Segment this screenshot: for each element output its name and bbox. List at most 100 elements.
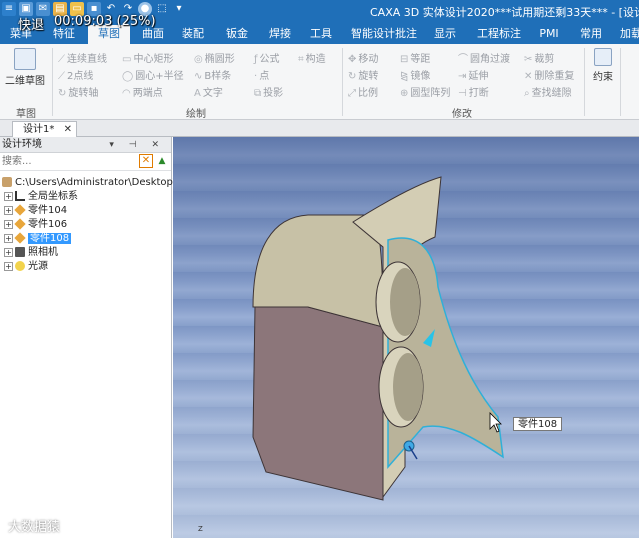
doc-tab-design1[interactable]: 设计1* ✕ xyxy=(12,121,77,137)
tool-circular-array[interactable]: ⊕ 圆型阵列 xyxy=(400,84,450,99)
tree-item-part108[interactable]: + 零件108 xyxy=(4,232,72,245)
customize-icon[interactable]: ▾ xyxy=(172,2,186,16)
tool-move[interactable]: ✥ 移动 xyxy=(348,50,378,65)
expand-icon[interactable]: + xyxy=(4,247,13,257)
light-icon xyxy=(15,261,25,271)
tree-item-part106[interactable]: + 零件106 xyxy=(4,218,67,231)
tool-construct[interactable]: ⌗ 构造 xyxy=(298,50,326,65)
2d-sketch-button[interactable]: 二维草图 xyxy=(4,48,46,87)
tab-smart-design[interactable]: 智能设计批注 xyxy=(350,25,418,44)
filter-icon[interactable]: ▲ xyxy=(155,154,169,168)
tool-ellipse-label: 椭圆形 xyxy=(204,54,235,65)
tool-scale[interactable]: ⤢ 比例 xyxy=(348,84,378,99)
tool-2point-line-label: 2点线 xyxy=(67,71,94,82)
search-input[interactable] xyxy=(0,153,130,169)
group-separator xyxy=(342,48,343,116)
tool-find-gaps[interactable]: ⌕ 查找缝隙 xyxy=(524,84,572,99)
tree-root[interactable]: C:\Users\Administrator\Desktop\ xyxy=(2,176,176,189)
rotate-icon: ↻ xyxy=(348,71,357,82)
tool-scale-label: 比例 xyxy=(358,88,378,99)
document-tabs: 设计1* ✕ xyxy=(0,120,639,137)
text-icon: A xyxy=(194,88,201,99)
tab-sheetmetal[interactable]: 钣金 xyxy=(222,25,252,44)
tab-assembly[interactable]: 装配 xyxy=(178,25,208,44)
coordinate-system-icon xyxy=(15,191,25,201)
tree-item-light[interactable]: + 光源 xyxy=(4,260,48,273)
tool-trim-label: 裁剪 xyxy=(534,54,555,65)
group-label-modify: 修改 xyxy=(452,109,472,120)
tool-mirror[interactable]: ⧎ 镜像 xyxy=(400,67,430,82)
tool-text[interactable]: A 文字 xyxy=(194,84,223,99)
tab-engineering[interactable]: 工程标注 xyxy=(474,25,524,44)
tree-root-label: C:\Users\Administrator\Desktop\ xyxy=(15,177,177,188)
tool-break[interactable]: ⊣ 打断 xyxy=(458,84,489,99)
part-model[interactable] xyxy=(173,137,639,538)
constraint-button[interactable]: 约束 xyxy=(588,48,618,83)
tool-circle-radius[interactable]: ◯ 圆心+半径 xyxy=(122,67,184,82)
tool-center-rect-label: 中心矩形 xyxy=(133,54,174,65)
expand-icon[interactable]: + xyxy=(4,205,13,215)
expand-icon[interactable]: + xyxy=(4,233,13,243)
tool-offset-label: 等距 xyxy=(410,54,431,65)
3d-viewport[interactable]: 零件108 xyxy=(173,137,639,538)
tab-load[interactable]: 加载 xyxy=(616,25,639,44)
tool-point[interactable]: · 点 xyxy=(254,67,269,82)
group-label-draw: 绘制 xyxy=(186,109,206,120)
tool-offset[interactable]: ⊟ 等距 xyxy=(400,50,430,65)
tool-2point-line[interactable]: ⟋ 2点线 xyxy=(58,67,93,82)
tool-bspline[interactable]: ∿ B样条 xyxy=(194,67,231,82)
tab-tools[interactable]: 工具 xyxy=(306,25,336,44)
close-icon[interactable]: ✕ xyxy=(64,122,72,137)
tool-extend[interactable]: ⇥ 延伸 xyxy=(458,67,488,82)
ellipse-icon: ◎ xyxy=(194,54,203,65)
project-icon: ⧉ xyxy=(254,88,262,99)
group-separator xyxy=(52,48,53,116)
tool-two-endpoints[interactable]: ◠ 两端点 xyxy=(122,84,163,99)
tab-display[interactable]: 显示 xyxy=(430,25,460,44)
panel-header: 设计环境 ▾ ⊣ ✕ xyxy=(0,137,171,153)
tool-extend-label: 延伸 xyxy=(468,71,489,82)
clear-icon[interactable]: ✕ xyxy=(139,154,153,168)
watermark: 大数据猿 xyxy=(8,520,61,535)
select-icon[interactable]: ⬚ xyxy=(155,2,169,16)
tool-polyline[interactable]: ⟋ 连续直线 xyxy=(58,50,107,65)
expand-icon[interactable]: + xyxy=(4,261,13,271)
tab-common[interactable]: 常用 xyxy=(576,25,606,44)
expand-icon[interactable]: + xyxy=(4,219,13,229)
tree-item-label: 零件106 xyxy=(28,219,68,230)
tool-project[interactable]: ⧉ 投影 xyxy=(254,84,283,99)
tool-rotate[interactable]: ↻ 旋转 xyxy=(348,67,378,82)
2d-sketch-label: 二维草图 xyxy=(5,76,45,87)
tool-circle-radius-label: 圆心+半径 xyxy=(135,71,184,82)
tab-pmi[interactable]: PMI xyxy=(536,25,562,44)
part-hole-upper-inner xyxy=(390,268,420,336)
tool-rotation-axis[interactable]: ↻ 旋转轴 xyxy=(58,84,98,99)
constraint-icon xyxy=(594,48,612,66)
tool-circular-array-label: 圆型阵列 xyxy=(410,88,451,99)
tool-remove-duplicate[interactable]: ✕ 删除重复 xyxy=(524,67,574,82)
tree-item-part104[interactable]: + 零件104 xyxy=(4,204,67,217)
panel-controls[interactable]: ▾ ⊣ ✕ xyxy=(109,137,165,153)
tool-point-label: 点 xyxy=(259,71,270,82)
tool-formula[interactable]: ƒ 公式 xyxy=(254,50,280,65)
tool-center-rect[interactable]: ▭ 中心矩形 xyxy=(122,50,173,65)
window-title: CAXA 3D 实体设计2020***试用期还剩33天*** - [设计1*] xyxy=(370,6,639,19)
rect-icon: ▭ xyxy=(122,54,132,65)
tree-item-global-coords[interactable]: + 全局坐标系 xyxy=(4,190,78,203)
tool-trim[interactable]: ✂ 裁剪 xyxy=(524,50,554,65)
tool-bspline-label: B样条 xyxy=(204,71,232,82)
scissors-icon: ✂ xyxy=(524,54,533,65)
move-icon: ✥ xyxy=(348,54,357,65)
app-menu-icon[interactable]: ≡ xyxy=(2,2,16,16)
expand-icon[interactable]: + xyxy=(4,191,13,201)
tab-weld[interactable]: 焊接 xyxy=(265,25,295,44)
point-icon: · xyxy=(254,71,258,82)
fillet-icon: ⌒ xyxy=(458,54,468,65)
tree-item-camera[interactable]: + 照相机 xyxy=(4,246,58,259)
spline-icon: ∿ xyxy=(194,71,203,82)
array-icon: ⊕ xyxy=(400,88,409,99)
tool-remove-duplicate-label: 删除重复 xyxy=(534,71,575,82)
tool-fillet[interactable]: ⌒ 圆角过渡 xyxy=(458,50,510,65)
tool-ellipse[interactable]: ◎ 椭圆形 xyxy=(194,50,235,65)
camera-icon xyxy=(15,247,25,257)
